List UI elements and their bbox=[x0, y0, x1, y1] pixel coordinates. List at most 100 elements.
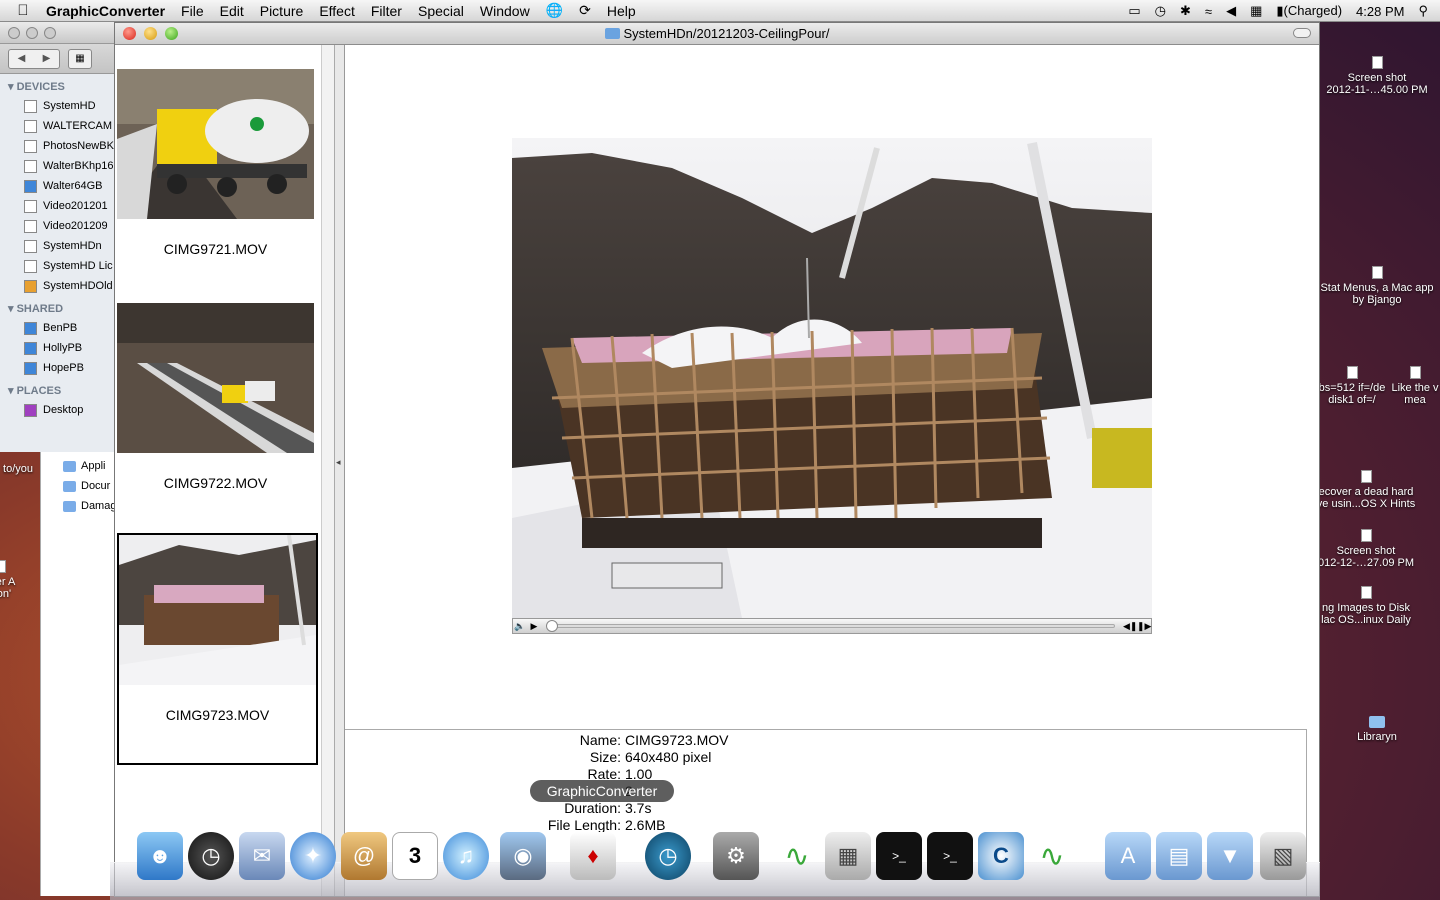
safari-icon[interactable]: ✦ bbox=[290, 832, 336, 880]
menu-file[interactable]: File bbox=[181, 3, 204, 19]
sidebar-item-waltercam[interactable]: WALTERCAM bbox=[0, 116, 129, 136]
sidebar-item-video201209[interactable]: Video201209 bbox=[0, 216, 129, 236]
sidebar-item-systemhd-lion[interactable]: SystemHD Lic bbox=[0, 256, 129, 276]
movie-scrubber[interactable] bbox=[546, 620, 1115, 632]
dock: ☻ ◷ ✉ ✦ @ 3 ♫ ◉ ♦ ◷ ⚙ ∿ ▦ >_ >_ C ∿ A ▤ … bbox=[110, 828, 1320, 900]
terminal-icon-2[interactable]: >_ bbox=[927, 832, 973, 880]
drive-icon bbox=[24, 99, 37, 113]
finder-item-documents[interactable]: Docur bbox=[41, 476, 120, 496]
thumbnail-item-selected[interactable]: CIMG9723.MOV bbox=[117, 533, 318, 765]
sidebar-item-benpb[interactable]: BenPB bbox=[0, 318, 129, 338]
usb-drive-icon bbox=[24, 179, 37, 193]
close-button[interactable] bbox=[8, 26, 20, 39]
spotlight-icon[interactable]: ⚲ bbox=[1418, 3, 1428, 19]
dashboard-icon[interactable]: ◷ bbox=[188, 832, 234, 880]
desktop-icon-like-the[interactable]: Like the v mea bbox=[1390, 366, 1440, 406]
iphoto-icon[interactable]: ◉ bbox=[500, 832, 546, 880]
desktop-icon-stat-menus[interactable]: Stat Menus, a Mac app by Bjango bbox=[1317, 266, 1437, 306]
sidebar-item-walterbkhp16[interactable]: WalterBKhp16 bbox=[0, 156, 129, 176]
menu-app-name[interactable]: GraphicConverter bbox=[46, 3, 165, 19]
desktop-icon-screenshot-2[interactable]: Screen shot 012-12-…27.09 PM bbox=[1306, 529, 1426, 569]
terminal-icon[interactable]: >_ bbox=[876, 832, 922, 880]
documents-folder-icon[interactable]: ▤ bbox=[1156, 832, 1202, 880]
menu-edit[interactable]: Edit bbox=[220, 3, 244, 19]
sidebar-item-systemhdold[interactable]: SystemHDOld bbox=[0, 276, 129, 296]
calculator-icon[interactable]: ▦ bbox=[825, 832, 871, 880]
menu-help[interactable]: Help bbox=[607, 3, 636, 19]
applications-folder-icon[interactable]: A bbox=[1105, 832, 1151, 880]
volume-icon[interactable]: ◀ bbox=[1226, 3, 1236, 19]
close-button[interactable] bbox=[123, 27, 136, 40]
sidebar-item-desktop[interactable]: Desktop bbox=[0, 400, 129, 420]
itunes-icon[interactable]: ♫ bbox=[443, 832, 489, 880]
split-view-divider[interactable]: ◂ bbox=[335, 45, 345, 896]
thumbnail-item[interactable]: CIMG9721.MOV bbox=[117, 69, 318, 301]
graphicconverter-icon[interactable]: ♦ bbox=[570, 832, 616, 880]
trash-icon[interactable]: ▧ bbox=[1260, 832, 1306, 880]
scrubber-knob[interactable] bbox=[546, 620, 558, 632]
battery-icon[interactable]: ▮(Charged) bbox=[1276, 3, 1342, 19]
desktop-icon-images-to-disk[interactable]: ng Images to Disk lac OS...inux Daily bbox=[1306, 586, 1426, 626]
back-forward-buttons[interactable]: ◀ ▶ bbox=[8, 48, 60, 69]
desktop-icon-library[interactable]: Libraryn bbox=[1317, 716, 1437, 743]
sidebar-item-walter64gb[interactable]: Walter64GB bbox=[0, 176, 129, 196]
sidebar-item-video201201[interactable]: Video201201 bbox=[0, 196, 129, 216]
calendar-icon[interactable]: 3 bbox=[392, 832, 438, 880]
thumbnail-scrollbar[interactable] bbox=[321, 45, 335, 896]
finder-item-applications[interactable]: Appli bbox=[41, 456, 120, 476]
zoom-button[interactable] bbox=[44, 26, 56, 39]
menu-bar:  GraphicConverter File Edit Picture Eff… bbox=[0, 0, 1440, 22]
finder-icon[interactable]: ☻ bbox=[137, 832, 183, 880]
icon-view-button[interactable]: ▦ bbox=[68, 48, 92, 69]
step-forward-icon[interactable]: ❚▶ bbox=[1137, 621, 1151, 632]
toolbar-toggle-button[interactable] bbox=[1293, 28, 1311, 38]
desktop-icon-screenshot-1[interactable]: Screen shot 2012-11-…45.00 PM bbox=[1317, 56, 1437, 96]
time-machine-menu-icon[interactable]: ◷ bbox=[1155, 3, 1166, 19]
thumbnail-list: CIMG9721.MOV CIMG9722.MOV CIMG9723.MOV bbox=[115, 45, 321, 896]
volume-icon[interactable]: 🔈 bbox=[513, 621, 527, 632]
menu-effect[interactable]: Effect bbox=[319, 3, 355, 19]
bluetooth-icon[interactable]: ✱ bbox=[1180, 3, 1191, 19]
thumbnail-item[interactable]: CIMG9722.MOV bbox=[117, 303, 318, 535]
sidebar-item-photosnewbk[interactable]: PhotosNewBK bbox=[0, 136, 129, 156]
menu-window[interactable]: Window bbox=[480, 3, 530, 19]
mail-icon[interactable]: ✉ bbox=[239, 832, 285, 880]
menu-filter[interactable]: Filter bbox=[371, 3, 402, 19]
sidebar-item-systemhd[interactable]: SystemHD bbox=[0, 96, 129, 116]
play-icon[interactable]: ▶ bbox=[527, 621, 541, 632]
app-icon-green[interactable]: ∿ bbox=[774, 832, 820, 880]
minimize-button[interactable] bbox=[144, 27, 157, 40]
address-book-icon[interactable]: @ bbox=[341, 832, 387, 880]
forward-icon[interactable]: ▶ bbox=[34, 50, 59, 68]
finder-item-damaged[interactable]: Damag bbox=[41, 496, 120, 516]
wifi-icon[interactable]: ≈ bbox=[1205, 4, 1212, 19]
document-icon bbox=[1409, 366, 1421, 379]
image-viewer: 🔈 ▶ ◀❚ ❚▶ bbox=[345, 45, 1319, 731]
back-icon[interactable]: ◀ bbox=[9, 50, 34, 68]
apple-menu-icon[interactable]:  bbox=[0, 2, 46, 19]
app-icon-green-2[interactable]: ∿ bbox=[1029, 832, 1075, 880]
script-icon[interactable]: ⟳ bbox=[579, 2, 591, 19]
time-machine-icon[interactable]: ◷ bbox=[645, 832, 691, 880]
menu-special[interactable]: Special bbox=[418, 3, 464, 19]
display-icon[interactable]: ▭ bbox=[1128, 3, 1140, 19]
minimize-button[interactable] bbox=[26, 26, 38, 39]
info-size-value: 640x480 pixel bbox=[625, 749, 712, 765]
clock[interactable]: 4:28 PM bbox=[1356, 4, 1404, 19]
sidebar-item-systemhdn[interactable]: SystemHDn bbox=[0, 236, 129, 256]
desktop-icon-spoiler[interactable]: oiler ADon' bbox=[0, 560, 40, 600]
globe-icon[interactable]: 🌐 bbox=[546, 2, 563, 19]
drive-icon bbox=[24, 199, 37, 213]
document-icon bbox=[1360, 529, 1372, 542]
system-preferences-icon[interactable]: ⚙ bbox=[713, 832, 759, 880]
movie-preview[interactable] bbox=[512, 138, 1152, 618]
menu-picture[interactable]: Picture bbox=[260, 3, 304, 19]
zoom-button[interactable] bbox=[165, 27, 178, 40]
sidebar-item-hopepb[interactable]: HopePB bbox=[0, 358, 129, 378]
downloads-folder-icon[interactable]: ▼ bbox=[1207, 832, 1253, 880]
sidebar-item-hollypb[interactable]: HollyPB bbox=[0, 338, 129, 358]
input-menu-icon[interactable]: ▦ bbox=[1250, 3, 1262, 19]
desktop-icon-recover-drive[interactable]: ecover a dead hard ve usin...OS X Hints bbox=[1306, 470, 1426, 510]
step-back-icon[interactable]: ◀❚ bbox=[1123, 621, 1137, 632]
app-icon-c[interactable]: C bbox=[978, 832, 1024, 880]
